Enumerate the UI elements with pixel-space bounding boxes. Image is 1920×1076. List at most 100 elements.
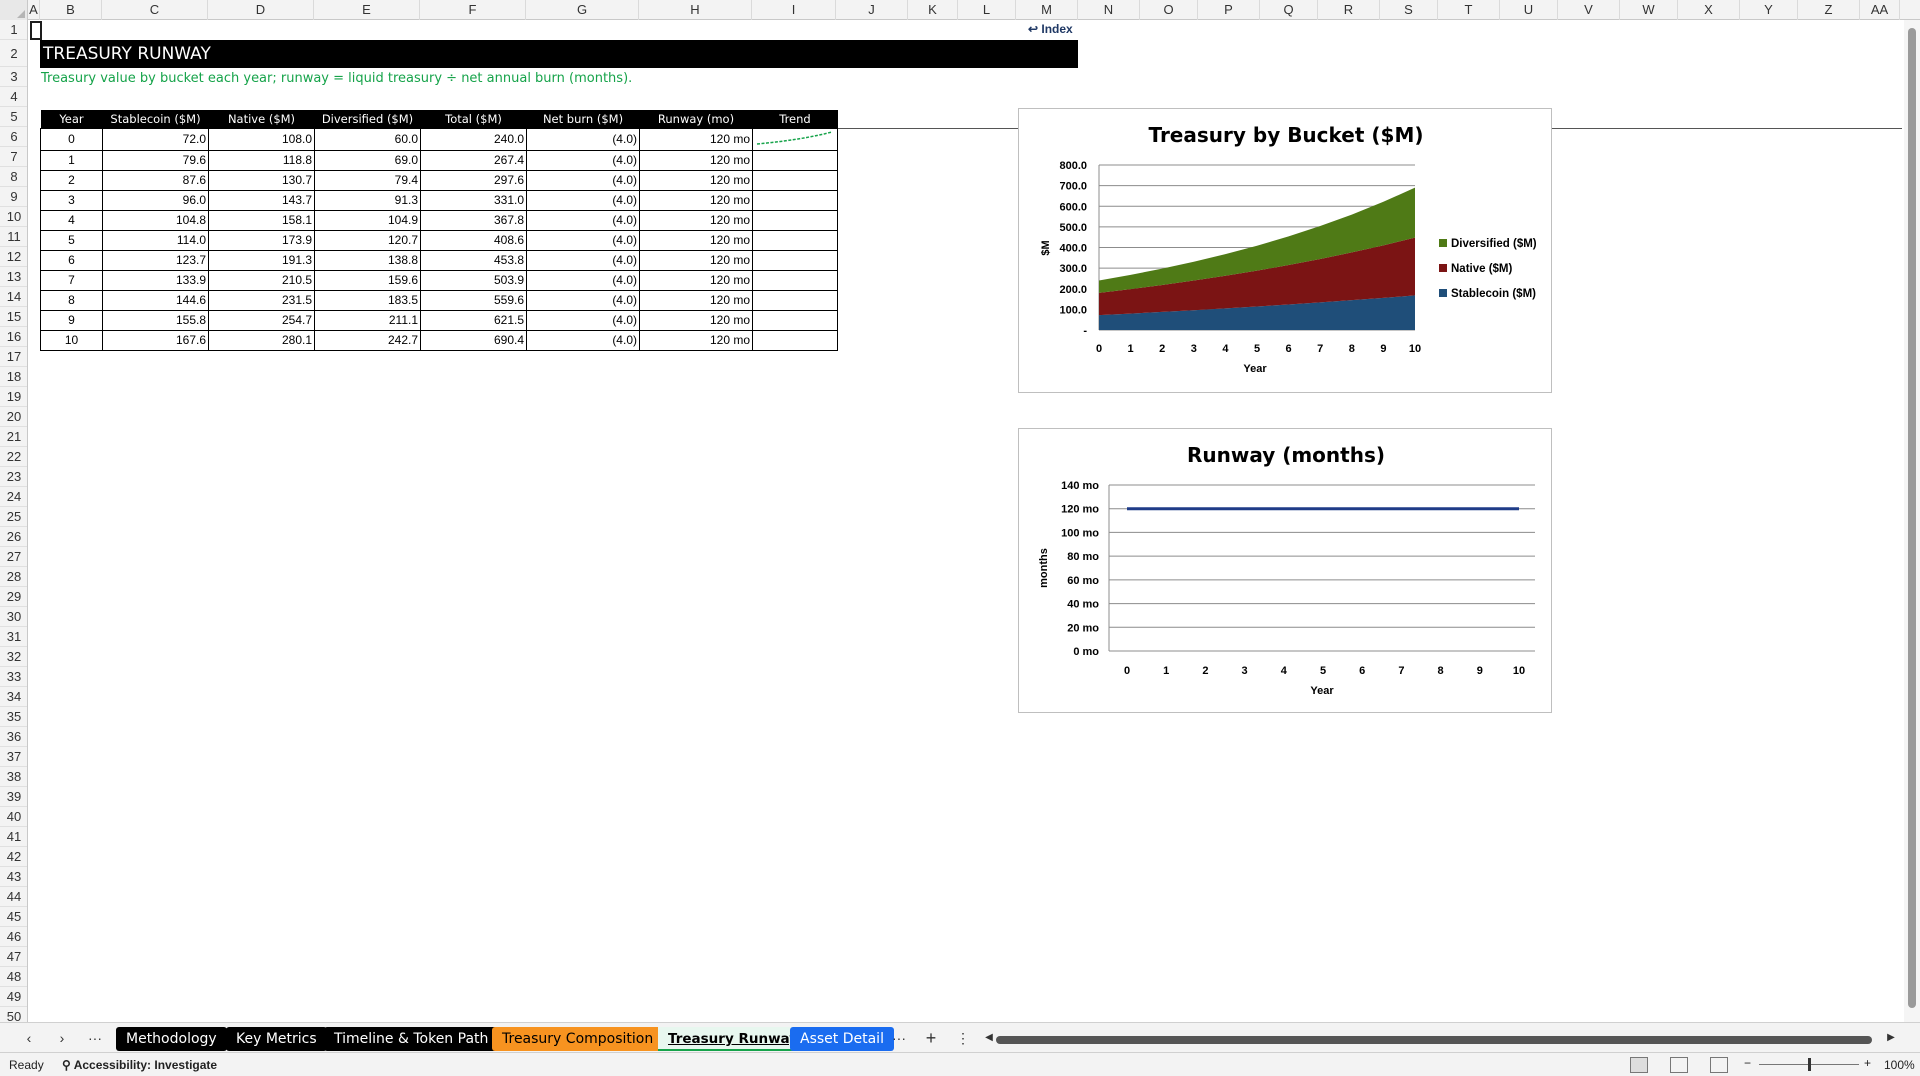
table-cell[interactable]: 120 mo [639, 229, 753, 251]
table-cell[interactable]: 120 mo [639, 269, 753, 291]
table-cell[interactable]: (4.0) [526, 169, 640, 191]
table-cell[interactable]: 167.6 [102, 329, 209, 351]
table-cell[interactable]: 120 mo [639, 169, 753, 191]
table-cell[interactable]: 118.8 [208, 149, 315, 171]
table-cell[interactable]: (4.0) [526, 329, 640, 351]
row-header-42[interactable]: 42 [0, 847, 27, 867]
row-header-28[interactable]: 28 [0, 567, 27, 587]
column-header-o[interactable]: O [1140, 0, 1198, 20]
table-cell[interactable]: (4.0) [526, 309, 640, 331]
table-cell[interactable]: 91.3 [314, 189, 421, 211]
table-cell[interactable]: 120 mo [639, 127, 753, 151]
add-sheet-icon[interactable]: + [920, 1027, 942, 1049]
row-header-4[interactable]: 4 [0, 87, 27, 107]
trend-cell[interactable] [752, 309, 838, 331]
column-header-y[interactable]: Y [1740, 0, 1798, 20]
zoom-level[interactable]: 100% [1884, 1058, 1915, 1072]
row-header-46[interactable]: 46 [0, 927, 27, 947]
vertical-scrollbar[interactable] [1904, 20, 1920, 1022]
column-header-r[interactable]: R [1318, 0, 1380, 20]
table-cell[interactable]: 144.6 [102, 289, 209, 311]
column-header-x[interactable]: X [1678, 0, 1740, 20]
column-header-t[interactable]: T [1438, 0, 1500, 20]
more-tabs-right-icon[interactable]: ··· [888, 1027, 910, 1049]
table-cell[interactable]: 0 [40, 127, 103, 151]
row-header-30[interactable]: 30 [0, 607, 27, 627]
row-header-11[interactable]: 11 [0, 227, 27, 247]
table-cell[interactable]: 4 [40, 209, 103, 231]
sheet-tab-asset-detail[interactable]: Asset Detail [790, 1027, 894, 1051]
column-header-m[interactable]: M [1016, 0, 1078, 20]
row-header-49[interactable]: 49 [0, 987, 27, 1007]
table-cell[interactable]: 242.7 [314, 329, 421, 351]
row-header-32[interactable]: 32 [0, 647, 27, 667]
table-cell[interactable]: 183.5 [314, 289, 421, 311]
table-cell[interactable]: 367.8 [420, 209, 527, 231]
table-cell[interactable]: 267.4 [420, 149, 527, 171]
table-cell[interactable]: 87.6 [102, 169, 209, 191]
horizontal-scrollbar[interactable] [996, 1036, 1872, 1044]
column-header-q[interactable]: Q [1260, 0, 1318, 20]
zoom-in-icon[interactable]: + [1864, 1056, 1871, 1070]
table-cell[interactable]: 621.5 [420, 309, 527, 331]
row-header-15[interactable]: 15 [0, 307, 27, 327]
table-cell[interactable]: 210.5 [208, 269, 315, 291]
column-header-h[interactable]: H [639, 0, 752, 20]
table-cell[interactable]: (4.0) [526, 289, 640, 311]
row-header-9[interactable]: 9 [0, 187, 27, 207]
sheet-tab-treasury-composition[interactable]: Treasury Composition [492, 1027, 664, 1051]
row-header-33[interactable]: 33 [0, 667, 27, 687]
column-header-b[interactable]: B [40, 0, 102, 20]
page-break-view-icon[interactable] [1710, 1057, 1728, 1073]
table-cell[interactable]: 158.1 [208, 209, 315, 231]
row-header-16[interactable]: 16 [0, 327, 27, 347]
table-header-cell[interactable]: Stablecoin ($M) [102, 110, 209, 128]
row-header-18[interactable]: 18 [0, 367, 27, 387]
row-header-44[interactable]: 44 [0, 887, 27, 907]
accessibility-status[interactable]: ⚲ Accessibility: Investigate [62, 1058, 217, 1072]
hscroll-right-icon[interactable]: ▶ [1880, 1027, 1902, 1049]
table-cell[interactable]: 3 [40, 189, 103, 211]
trend-cell[interactable] [752, 269, 838, 291]
runway-chart[interactable]: Runway (months) 0 mo 20 mo 40 mo 60 mo 80 mo 1… [1018, 428, 1552, 713]
table-cell[interactable]: (4.0) [526, 249, 640, 271]
row-header-50[interactable]: 50 [0, 1007, 27, 1022]
table-cell[interactable]: 130.7 [208, 169, 315, 191]
row-header-22[interactable]: 22 [0, 447, 27, 467]
row-header-36[interactable]: 36 [0, 727, 27, 747]
table-cell[interactable]: (4.0) [526, 149, 640, 171]
table-cell[interactable]: 120 mo [639, 329, 753, 351]
table-cell[interactable]: 331.0 [420, 189, 527, 211]
table-cell[interactable]: 503.9 [420, 269, 527, 291]
table-header-cell[interactable]: Total ($M) [420, 110, 527, 128]
table-cell[interactable]: 114.0 [102, 229, 209, 251]
table-cell[interactable]: (4.0) [526, 209, 640, 231]
row-header-35[interactable]: 35 [0, 707, 27, 727]
table-cell[interactable]: 690.4 [420, 329, 527, 351]
trend-cell[interactable] [752, 209, 838, 231]
table-cell[interactable]: 123.7 [102, 249, 209, 271]
row-header-41[interactable]: 41 [0, 827, 27, 847]
selected-cell-a1[interactable] [30, 21, 42, 40]
row-header-39[interactable]: 39 [0, 787, 27, 807]
table-cell[interactable]: 120 mo [639, 289, 753, 311]
table-cell[interactable]: 104.8 [102, 209, 209, 231]
column-header-s[interactable]: S [1380, 0, 1438, 20]
row-header-48[interactable]: 48 [0, 967, 27, 987]
table-header-cell[interactable]: Diversified ($M) [314, 110, 421, 128]
sheet-tab-treasury-runway[interactable]: Treasury Runway [658, 1027, 809, 1051]
row-header-26[interactable]: 26 [0, 527, 27, 547]
table-cell[interactable]: 159.6 [314, 269, 421, 291]
table-cell[interactable]: 79.4 [314, 169, 421, 191]
table-cell[interactable]: 453.8 [420, 249, 527, 271]
index-link[interactable]: ↩ Index [1028, 22, 1073, 36]
table-cell[interactable]: 155.8 [102, 309, 209, 331]
table-cell[interactable]: 72.0 [102, 127, 209, 151]
column-header-d[interactable]: D [208, 0, 314, 20]
table-cell[interactable]: 6 [40, 249, 103, 271]
table-header-cell[interactable]: Year [40, 110, 103, 128]
column-header-i[interactable]: I [752, 0, 836, 20]
column-header-a[interactable]: A [28, 0, 40, 20]
row-header-29[interactable]: 29 [0, 587, 27, 607]
normal-view-icon[interactable] [1630, 1057, 1648, 1073]
